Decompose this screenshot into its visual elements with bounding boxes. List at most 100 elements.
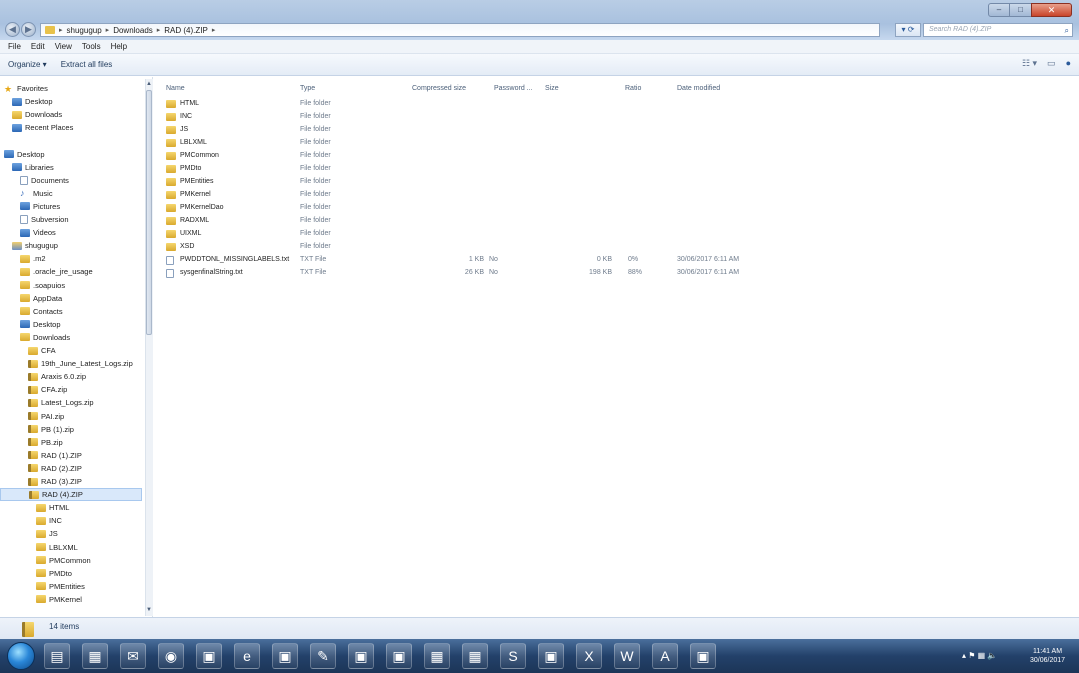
file-row[interactable]: PMCommon File folder — [164, 150, 784, 162]
nav-item[interactable]: CFA — [0, 344, 56, 357]
file-row[interactable]: UIXML File folder — [164, 228, 784, 240]
column-size[interactable]: Size — [545, 85, 559, 95]
column-compressed-size[interactable]: Compressed size — [412, 85, 466, 95]
column-password[interactable]: Password ... — [494, 85, 533, 95]
nav-item[interactable]: Contacts — [0, 305, 63, 318]
nav-item[interactable]: PMCommon — [0, 554, 91, 567]
column-name[interactable]: Name — [166, 85, 185, 95]
scroll-up-icon[interactable]: ▲ — [146, 80, 152, 88]
nav-item[interactable]: Libraries — [0, 161, 54, 174]
file-row[interactable]: PMDto File folder — [164, 163, 784, 175]
nav-item[interactable]: Videos — [0, 226, 56, 239]
app-icon[interactable]: ▣ — [196, 643, 222, 669]
nav-item[interactable]: Downloads — [0, 331, 70, 344]
file-row[interactable]: PMKernelDao File folder — [164, 202, 784, 214]
nav-item[interactable]: PMDto — [0, 567, 72, 580]
nav-item[interactable]: Recent Places — [0, 121, 73, 134]
nav-item[interactable]: PB.zip — [0, 436, 63, 449]
menu-view[interactable]: View — [55, 42, 72, 51]
address-bar[interactable]: ▸ shugugup ▸ Downloads ▸ RAD (4).ZIP ▸ — [40, 23, 880, 37]
app-icon[interactable]: ▣ — [386, 643, 412, 669]
file-row[interactable]: INC File folder — [164, 111, 784, 123]
menu-tools[interactable]: Tools — [82, 42, 101, 51]
nav-item[interactable]: RAD (2).ZIP — [0, 462, 82, 475]
nav-item[interactable]: Desktop — [0, 318, 61, 331]
close-button[interactable]: ✕ — [1031, 3, 1072, 17]
nav-item[interactable]: Desktop — [0, 148, 45, 161]
nav-item[interactable]: Documents — [0, 174, 69, 187]
column-date-modified[interactable]: Date modified — [677, 85, 720, 95]
file-row[interactable]: sysgenfinalString.txt TXT File 26 KB No 198 … — [164, 267, 784, 279]
nav-item[interactable]: LBLXML — [0, 541, 78, 554]
refresh-button[interactable]: ▾ ⟳ — [895, 23, 921, 37]
search-input[interactable]: Search RAD (4).ZIP ⌕ — [923, 23, 1073, 37]
column-type[interactable]: Type — [300, 85, 315, 95]
extract-all-button[interactable]: Extract all files — [61, 60, 113, 69]
file-row[interactable]: PWDDTONL_MISSINGLABELS.txt TXT File 1 KB No… — [164, 254, 784, 266]
nav-item[interactable]: ♪ Music — [0, 187, 53, 200]
nav-item[interactable]: RAD (3).ZIP — [0, 475, 82, 488]
nav-item[interactable]: 19th_June_Latest_Logs.zip — [0, 357, 133, 370]
nav-item[interactable]: Desktop — [0, 95, 53, 108]
maximize-button[interactable]: □ — [1010, 3, 1031, 17]
nav-item[interactable]: .oracle_jre_usage — [0, 265, 93, 278]
folder-icon[interactable]: ▦ — [462, 643, 488, 669]
nav-item[interactable]: PAI.zip — [0, 410, 64, 423]
nav-item[interactable]: Subversion — [0, 213, 69, 226]
nav-scroll-thumb[interactable] — [146, 90, 152, 335]
ie-icon[interactable]: e — [234, 643, 260, 669]
app-icon[interactable]: ▣ — [538, 643, 564, 669]
menu-help[interactable]: Help — [111, 42, 127, 51]
scroll-down-icon[interactable]: ▼ — [146, 606, 152, 614]
nav-item[interactable]: PMEntities — [0, 580, 85, 593]
menu-file[interactable]: File — [8, 42, 21, 51]
word-icon[interactable]: W — [614, 643, 640, 669]
system-tray[interactable]: ▴ ⚑ ▦ 🔈 — [962, 651, 997, 660]
nav-item[interactable]: ★ Favorites — [0, 82, 48, 95]
nav-item[interactable]: .m2 — [0, 252, 46, 265]
nav-item[interactable]: Latest_Logs.zip — [0, 396, 94, 409]
nav-item[interactable]: RAD (4).ZIP — [0, 488, 142, 502]
file-row[interactable]: LBLXML File folder — [164, 137, 784, 149]
preview-pane-icon[interactable]: ▭ — [1047, 58, 1056, 69]
nav-item[interactable]: PB (1).zip — [0, 423, 74, 436]
nav-item[interactable]: HTML — [0, 501, 69, 514]
file-row[interactable]: XSD File folder — [164, 241, 784, 253]
back-button[interactable]: ◀ — [5, 22, 20, 37]
explorer-icon[interactable]: ▤ — [44, 643, 70, 669]
folder-icon[interactable]: ▦ — [82, 643, 108, 669]
skype-icon[interactable]: S — [500, 643, 526, 669]
file-row[interactable]: PMEntities File folder — [164, 176, 784, 188]
excel-icon[interactable]: X — [576, 643, 602, 669]
breadcrumb-downloads[interactable]: Downloads — [113, 26, 153, 35]
nav-item[interactable]: Downloads — [0, 108, 62, 121]
breadcrumb-rad-zip[interactable]: RAD (4).ZIP — [164, 26, 208, 35]
minimize-button[interactable]: – — [988, 3, 1010, 17]
nav-item[interactable]: JS — [0, 527, 58, 540]
file-row[interactable]: PMKernel File folder — [164, 189, 784, 201]
help-icon[interactable]: ● — [1066, 58, 1071, 69]
nav-item[interactable]: CFA.zip — [0, 383, 67, 396]
app-icon[interactable]: ▣ — [690, 643, 716, 669]
forward-button[interactable]: ▶ — [21, 22, 36, 37]
menu-edit[interactable]: Edit — [31, 42, 45, 51]
nav-item[interactable]: shugugup — [0, 239, 58, 252]
nav-item[interactable]: INC — [0, 514, 62, 527]
app-icon[interactable]: ▣ — [348, 643, 374, 669]
paint-icon[interactable]: ✎ — [310, 643, 336, 669]
nav-item[interactable]: .soapuios — [0, 279, 65, 292]
outlook-icon[interactable]: ✉ — [120, 643, 146, 669]
file-row[interactable]: JS File folder — [164, 124, 784, 136]
folder-icon[interactable]: ▦ — [424, 643, 450, 669]
nav-item[interactable]: AppData — [0, 292, 62, 305]
nav-item[interactable]: Araxis 6.0.zip — [0, 370, 86, 383]
column-ratio[interactable]: Ratio — [625, 85, 641, 95]
organize-button[interactable]: Organize ▾ — [8, 60, 47, 69]
breadcrumb-shugugup[interactable]: shugugup — [67, 26, 102, 35]
file-row[interactable]: RADXML File folder — [164, 215, 784, 227]
acrobat-icon[interactable]: A — [652, 643, 678, 669]
clock[interactable]: 11:41 AM 30/06/2017 — [1030, 647, 1065, 665]
nav-item[interactable]: RAD (1).ZIP — [0, 449, 82, 462]
start-button[interactable] — [7, 642, 35, 670]
chrome-icon[interactable]: ◉ — [158, 643, 184, 669]
